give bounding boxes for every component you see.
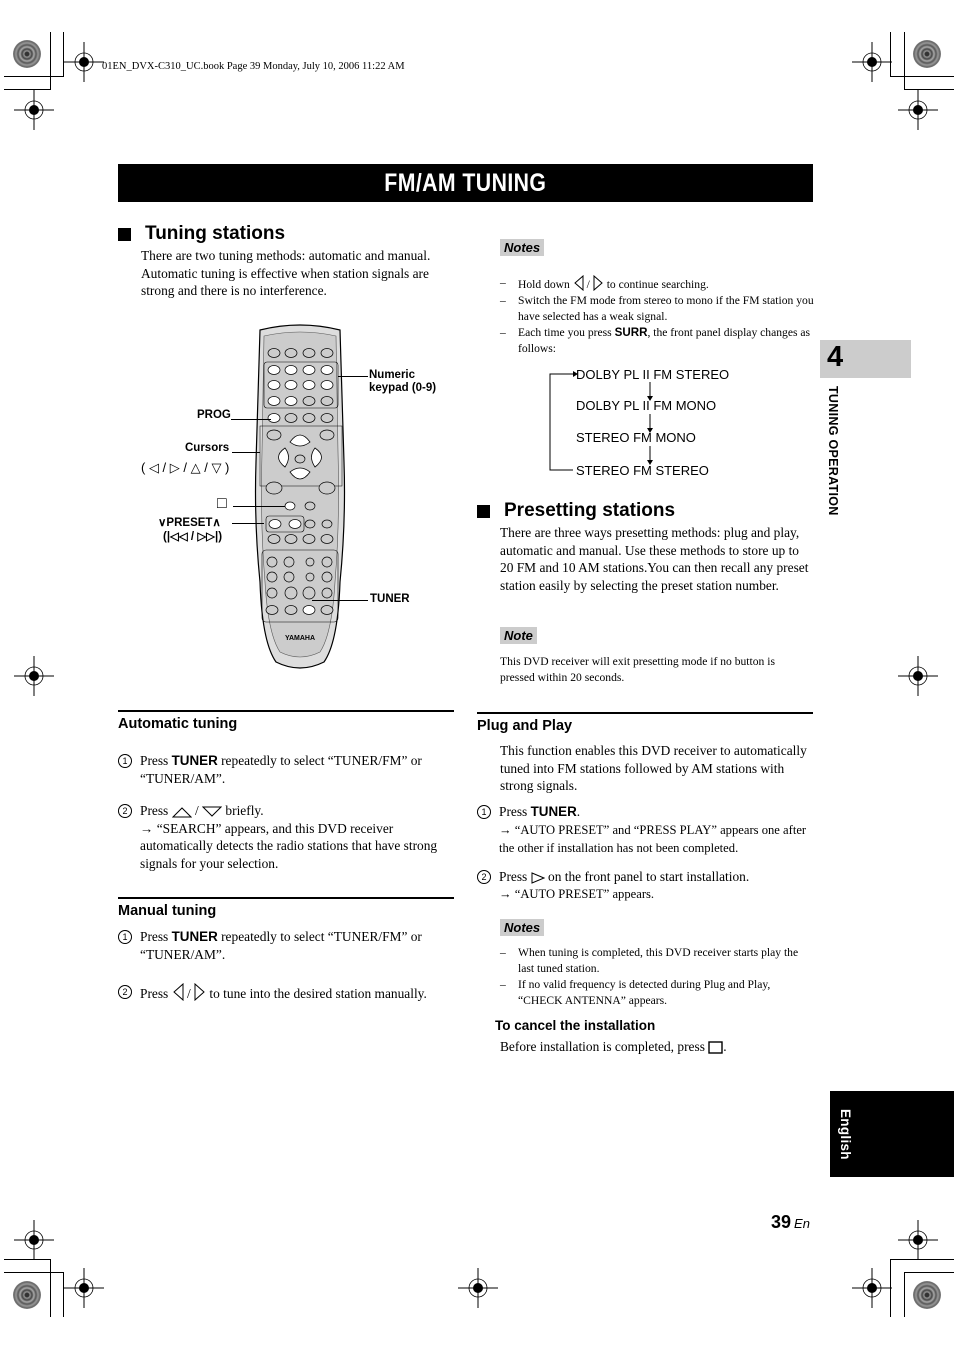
callout-preset-symbols: (|◁◁ / ▷▷|) xyxy=(163,531,223,543)
color-bar-spiral-top-left xyxy=(13,40,41,68)
left-triangle-icon xyxy=(574,275,584,291)
cancel-installation-text: Before installation is completed, press … xyxy=(500,1039,727,1054)
chapter-tab: 4 xyxy=(820,340,911,378)
notes-badge: Notes xyxy=(500,919,545,936)
registration-mark-icon xyxy=(14,1220,54,1260)
leader-line xyxy=(338,376,368,377)
color-bar-spiral-bottom-right xyxy=(913,1281,941,1309)
section-rule xyxy=(118,897,454,899)
square-bullet-icon xyxy=(477,504,490,518)
language-tab: English xyxy=(830,1091,954,1177)
callout-numeric-keypad: Numeric keypad (0-9) xyxy=(369,369,437,394)
notes-top-list: Hold down / to continue searching. Switc… xyxy=(500,275,815,357)
print-header: 01EN_DVX-C310_UC.book Page 39 Monday, Ju… xyxy=(102,61,405,72)
page-title-bar: FM/AM Tuning xyxy=(118,164,813,202)
plug-and-play-intro: This function enables this DVD receiver … xyxy=(500,743,807,794)
notes-plug-and-play: Notes xyxy=(500,919,545,937)
step-2: 2 Press / to tune into the desired stati… xyxy=(118,983,463,1003)
heading-cancel-installation: To cancel the installation xyxy=(495,1018,656,1033)
section-rule xyxy=(118,710,454,712)
registration-mark-icon xyxy=(898,90,938,130)
chapter-label: TUNING OPERATION xyxy=(826,386,840,516)
page-number: 39 En xyxy=(771,1212,810,1232)
heading-manual-tuning: Manual tuning xyxy=(118,903,217,919)
leader-line xyxy=(231,419,271,420)
registration-mark-icon xyxy=(898,656,938,696)
notes-badge: Notes xyxy=(500,239,545,256)
note-item: Switch the FM mode from stereo to mono i… xyxy=(500,293,815,325)
section-heading-tuning-stations: Tuning stations xyxy=(118,223,285,245)
remote-control-illustration: YAMAHA xyxy=(252,322,348,672)
tuning-stations-intro: There are two tuning methods: automatic … xyxy=(141,248,431,299)
note-item: Hold down / to continue searching. xyxy=(500,275,815,293)
callout-cursor-symbols: ( ◁ / ▷ / △ / ▽ ) xyxy=(141,460,230,475)
plug-and-play-steps: 1 Press TUNER. → “AUTO PRESET” and “PRES… xyxy=(477,803,817,904)
heading-automatic-tuning: Automatic tuning xyxy=(118,716,238,732)
remote-brand-logo: YAMAHA xyxy=(285,635,315,642)
callout-cursors: Cursors xyxy=(185,442,230,454)
right-triangle-icon xyxy=(194,983,205,1002)
square-bullet-icon xyxy=(118,227,131,241)
callout-stop: □ xyxy=(217,495,227,512)
callout-prog: PROG xyxy=(197,409,231,421)
section-heading-presetting-stations: Presetting stations xyxy=(477,500,675,522)
automatic-tuning-steps: 1 Press TUNER repeatedly to select “TUNE… xyxy=(118,752,458,873)
step-2: 2 Press on the front panel to start inst… xyxy=(477,868,817,904)
down-triangle-icon xyxy=(202,806,223,817)
section-rule xyxy=(477,712,813,714)
play-icon xyxy=(531,872,545,884)
note-badge: Note xyxy=(500,627,537,644)
leader-line xyxy=(232,452,260,453)
step-1: 1 Press TUNER repeatedly to select “TUNE… xyxy=(118,928,463,963)
registration-mark-icon xyxy=(64,42,104,82)
plug-and-play-notes-list: When tuning is completed, this DVD recei… xyxy=(500,945,815,1009)
page-title: FM/AM Tuning xyxy=(384,168,547,197)
chapter-number: 4 xyxy=(827,341,844,373)
right-triangle-icon xyxy=(593,275,603,291)
leader-line xyxy=(233,506,285,507)
step-1: 1 Press TUNER repeatedly to select “TUNE… xyxy=(118,752,458,787)
registration-mark-icon xyxy=(458,1268,498,1308)
up-triangle-icon xyxy=(171,807,192,818)
registration-mark-icon xyxy=(64,1268,104,1308)
notes-top: Notes xyxy=(500,239,545,257)
registration-mark-icon xyxy=(852,42,892,82)
color-bar-spiral-top-right xyxy=(913,40,941,68)
stop-icon xyxy=(708,1041,723,1054)
callout-preset: ∨PRESET∧ xyxy=(158,517,221,529)
language-label: English xyxy=(838,1109,853,1160)
color-bar-spiral-bottom-left xyxy=(13,1281,41,1309)
callout-tuner: TUNER xyxy=(370,593,410,605)
flow-arrows xyxy=(549,371,653,471)
note-item: Each time you press SURR, the front pane… xyxy=(500,325,815,357)
leader-line xyxy=(232,523,264,524)
step-2: 2 Press / briefly. → “SEARCH” appears, a… xyxy=(118,802,458,872)
heading-plug-and-play: Plug and Play xyxy=(477,718,573,734)
note-item: If no valid frequency is detected during… xyxy=(500,977,815,1009)
left-triangle-icon xyxy=(172,983,184,1002)
registration-mark-icon xyxy=(14,656,54,696)
step-1: 1 Press TUNER. → “AUTO PRESET” and “PRES… xyxy=(477,803,817,858)
note-item: When tuning is completed, this DVD recei… xyxy=(500,945,815,977)
registration-mark-icon xyxy=(14,90,54,130)
remote-control-drawing: YAMAHA xyxy=(254,324,346,669)
leader-line xyxy=(312,600,368,601)
registration-mark-icon xyxy=(852,1268,892,1308)
manual-tuning-steps: 1 Press TUNER repeatedly to select “TUNE… xyxy=(118,928,463,1003)
presetting-stations-intro: There are three ways presetting methods:… xyxy=(500,525,809,593)
note-presetting: Note xyxy=(500,627,537,645)
presetting-note-text: This DVD receiver will exit presetting m… xyxy=(500,655,775,684)
registration-mark-icon xyxy=(898,1220,938,1260)
